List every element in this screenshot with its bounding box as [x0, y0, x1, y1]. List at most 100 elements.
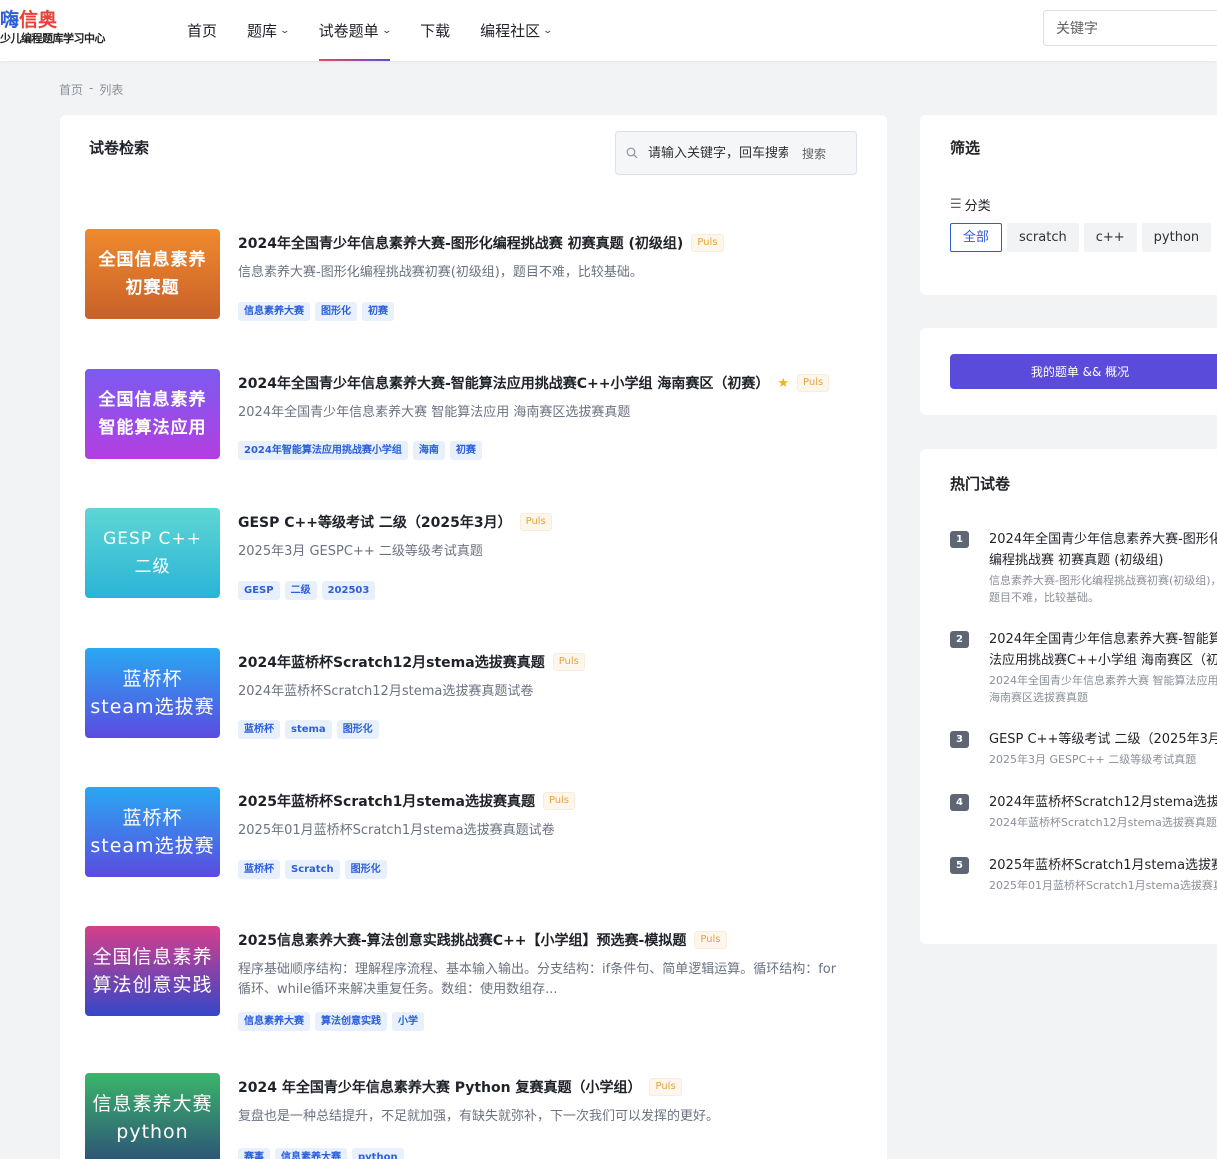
paper-tag[interactable]: 202503: [321, 581, 376, 600]
site-logo[interactable]: 嗨信奥 少儿编程题库学习中心: [0, 8, 120, 52]
paper-tags: 2024年智能算法应用挑战赛小学组 海南 初赛: [238, 441, 482, 460]
paper-title[interactable]: 2024年全国青少年信息素养大赛-智能算法应用挑战赛C++小学组 海南赛区（初赛…: [238, 373, 830, 393]
puls-badge: Puls: [691, 234, 724, 252]
hot-paper-desc: 2025年01月蓝桥杯Scratch1月stema选拔赛真题试卷: [989, 879, 1217, 892]
paper-title[interactable]: 2024年全国青少年信息素养大赛-图形化编程挑战赛 初赛真题 (初级组) Puls: [238, 233, 724, 253]
logo-subtitle: 少儿编程题库学习中心: [0, 32, 106, 45]
paper-tags: 信息素养大赛 算法创意实践 小学: [238, 1012, 424, 1031]
paper-description: 2025年3月 GESPC++ 二级等级考试真题: [238, 544, 483, 559]
paper-tag[interactable]: 图形化: [336, 720, 379, 739]
paper-thumbnail[interactable]: 蓝桥杯 steam选拔赛: [85, 648, 220, 738]
hot-paper-item[interactable]: 3 GESP C++等级考试 二级（2025年3月） 2025年3月 GESPC…: [950, 729, 1217, 769]
paper-tag[interactable]: 二级: [284, 581, 317, 600]
paper-tag[interactable]: 海南: [412, 441, 445, 460]
paper-thumbnail[interactable]: 全国信息素养 初赛题: [85, 229, 220, 319]
paper-tags: 蓝桥杯 stema 图形化: [238, 720, 379, 739]
paper-tag[interactable]: Scratch: [285, 860, 340, 879]
breadcrumb-home[interactable]: 首页: [59, 81, 83, 98]
hot-paper-title[interactable]: 2024年蓝桥杯Scratch12月stema选拔赛真题: [989, 792, 1217, 813]
paper-description: 2024年全国青少年信息素养大赛 智能算法应用 海南赛区选拔赛真题: [238, 405, 631, 420]
paper-tag[interactable]: python: [352, 1148, 404, 1159]
hot-paper-title[interactable]: 2024年全国青少年信息素养大赛-智能算法应用挑战赛C++小学组 海南赛区（初赛…: [989, 629, 1217, 671]
hot-paper-title[interactable]: GESP C++等级考试 二级（2025年3月）: [989, 729, 1217, 750]
paper-title[interactable]: 2024 年全国青少年信息素养大赛 Python 复赛真题（小学组） Puls: [238, 1077, 682, 1097]
paper-item[interactable]: 全国信息素养 智能算法应用 2024年全国青少年信息素养大赛-智能算法应用挑战赛C…: [85, 369, 865, 489]
paper-thumbnail[interactable]: 蓝桥杯 steam选拔赛: [85, 787, 220, 877]
paper-thumbnail[interactable]: GESP C++ 二级: [85, 508, 220, 598]
rank-badge: 4: [950, 794, 969, 811]
puls-badge: Puls: [649, 1078, 682, 1096]
nav-papers-label: 试卷题单: [318, 22, 379, 40]
paper-thumbnail[interactable]: 全国信息素养 智能算法应用: [85, 369, 220, 459]
nav-community[interactable]: 编程社区 ⌄: [465, 0, 567, 61]
category-all[interactable]: 全部: [950, 223, 1003, 252]
paper-tag[interactable]: 算法创意实践: [315, 1012, 387, 1031]
paper-tag[interactable]: stema: [285, 720, 332, 739]
nav-home-label: 首页: [187, 22, 218, 40]
paper-tag[interactable]: 蓝桥杯: [238, 720, 280, 739]
nav-home[interactable]: 首页: [172, 0, 232, 61]
paper-title[interactable]: 2025年蓝桥杯Scratch1月stema选拔赛真题 Puls: [238, 791, 576, 811]
rank-badge: 1: [950, 531, 969, 548]
paper-title-text: 2024年蓝桥杯Scratch12月stema选拔赛真题: [238, 655, 545, 671]
hot-paper-title[interactable]: 2024年全国青少年信息素养大赛-图形化编程挑战赛 初赛真题 (初级组): [989, 529, 1217, 571]
paper-title-text: 2025信息素养大赛-算法创意实践挑战赛C++【小学组】预选赛-模拟题: [238, 933, 687, 949]
thumbnail-line-1: 全国信息素养: [92, 946, 213, 968]
chevron-down-icon: ⌄: [279, 25, 291, 36]
puls-badge: Puls: [542, 792, 576, 810]
paper-item[interactable]: 信息素养大赛 python 2024 年全国青少年信息素养大赛 Python 复赛…: [85, 1073, 865, 1159]
category-scratch[interactable]: scratch: [1007, 223, 1079, 252]
filter-title: 筛选: [950, 139, 981, 157]
hot-paper-item[interactable]: 2 2024年全国青少年信息素养大赛-智能算法应用挑战赛C++小学组 海南赛区（…: [950, 629, 1217, 709]
paper-item[interactable]: 蓝桥杯 steam选拔赛 2025年蓝桥杯Scratch1月stema选拔赛真题 P…: [85, 787, 865, 907]
thumbnail-line-2: 算法创意实践: [92, 974, 213, 996]
paper-title[interactable]: GESP C++等级考试 二级（2025年3月） Puls: [238, 512, 552, 532]
paper-item[interactable]: GESP C++ 二级 GESP C++等级考试 二级（2025年3月） Puls …: [85, 508, 865, 628]
paper-tags: GESP 二级 202503: [238, 581, 376, 600]
thumbnail-line-2: 智能算法应用: [98, 418, 207, 438]
paper-tag[interactable]: 图形化: [315, 302, 357, 321]
hot-paper-title[interactable]: 2025年蓝桥杯Scratch1月stema选拔赛真题: [989, 855, 1217, 876]
paper-tag[interactable]: 初赛: [449, 441, 482, 460]
my-list-button[interactable]: 我的题单 && 概况: [950, 354, 1217, 389]
paper-tag[interactable]: 信息素养大赛: [238, 302, 310, 321]
paper-tag[interactable]: 小学: [392, 1012, 424, 1031]
category-cpp[interactable]: c++: [1083, 223, 1137, 252]
search-button[interactable]: 搜索: [802, 145, 826, 162]
paper-tag[interactable]: GESP: [238, 581, 280, 600]
rank-badge: 2: [950, 631, 969, 648]
paper-tag[interactable]: 赛事: [238, 1148, 270, 1159]
hot-paper-item[interactable]: 5 2025年蓝桥杯Scratch1月stema选拔赛真题 2025年01月蓝桥…: [950, 855, 1217, 895]
paper-tag[interactable]: 2024年智能算法应用挑战赛小学组: [238, 441, 408, 460]
paper-item[interactable]: 全国信息素养 算法创意实践 2025信息素养大赛-算法创意实践挑战赛C++【小学组…: [85, 926, 865, 1046]
category-label-text: 分类: [964, 199, 991, 214]
logo-text-2: 信奥: [19, 9, 58, 31]
category-python[interactable]: python: [1141, 223, 1212, 252]
paper-tags: 赛事 信息素养大赛 python: [238, 1148, 404, 1159]
hot-paper-item[interactable]: 1 2024年全国青少年信息素养大赛-图形化编程挑战赛 初赛真题 (初级组) 信…: [950, 529, 1217, 609]
paper-title[interactable]: 2024年蓝桥杯Scratch12月stema选拔赛真题 Puls: [238, 652, 585, 672]
logo-text-1: 嗨: [0, 9, 20, 31]
rank-badge: 5: [950, 857, 969, 874]
header-search-input[interactable]: [1043, 10, 1217, 46]
paper-tag[interactable]: 蓝桥杯: [238, 860, 280, 879]
paper-item[interactable]: 全国信息素养 初赛题 2024年全国青少年信息素养大赛-图形化编程挑战赛 初赛真题…: [85, 229, 865, 349]
nav-question-bank[interactable]: 题库 ⌄: [232, 0, 304, 61]
paper-item[interactable]: 蓝桥杯 steam选拔赛 2024年蓝桥杯Scratch12月stema选拔赛真题…: [85, 648, 865, 768]
nav-papers[interactable]: 试卷题单 ⌄: [304, 0, 406, 61]
nav-download[interactable]: 下载: [405, 0, 465, 61]
hot-paper-item[interactable]: 4 2024年蓝桥杯Scratch12月stema选拔赛真题 2024年蓝桥杯S…: [950, 792, 1217, 832]
paper-tag[interactable]: 图形化: [344, 860, 387, 879]
paper-thumbnail[interactable]: 全国信息素养 算法创意实践: [85, 926, 220, 1016]
puls-badge: Puls: [552, 653, 585, 671]
paper-tag[interactable]: 信息素养大赛: [238, 1012, 310, 1031]
thumbnail-line-2: steam选拔赛: [90, 696, 215, 718]
paper-description: 程序基础顺序结构：理解程序流程、基本输入输出。分支结构：if条件句、简单逻辑运算…: [238, 962, 837, 997]
paper-search-input[interactable]: [648, 145, 788, 161]
paper-tag[interactable]: 初赛: [362, 302, 394, 321]
thumbnail-line-1: 蓝桥杯: [122, 807, 183, 829]
paper-thumbnail[interactable]: 信息素养大赛 python: [85, 1073, 220, 1159]
paper-title[interactable]: 2025信息素养大赛-算法创意实践挑战赛C++【小学组】预选赛-模拟题 Puls: [238, 930, 727, 950]
paper-tag[interactable]: 信息素养大赛: [275, 1148, 347, 1159]
paper-search-card: 试卷检索 搜索 全国信息素养初赛题 2024年全国青少年信息素养大赛-图形化编程…: [60, 115, 887, 1159]
